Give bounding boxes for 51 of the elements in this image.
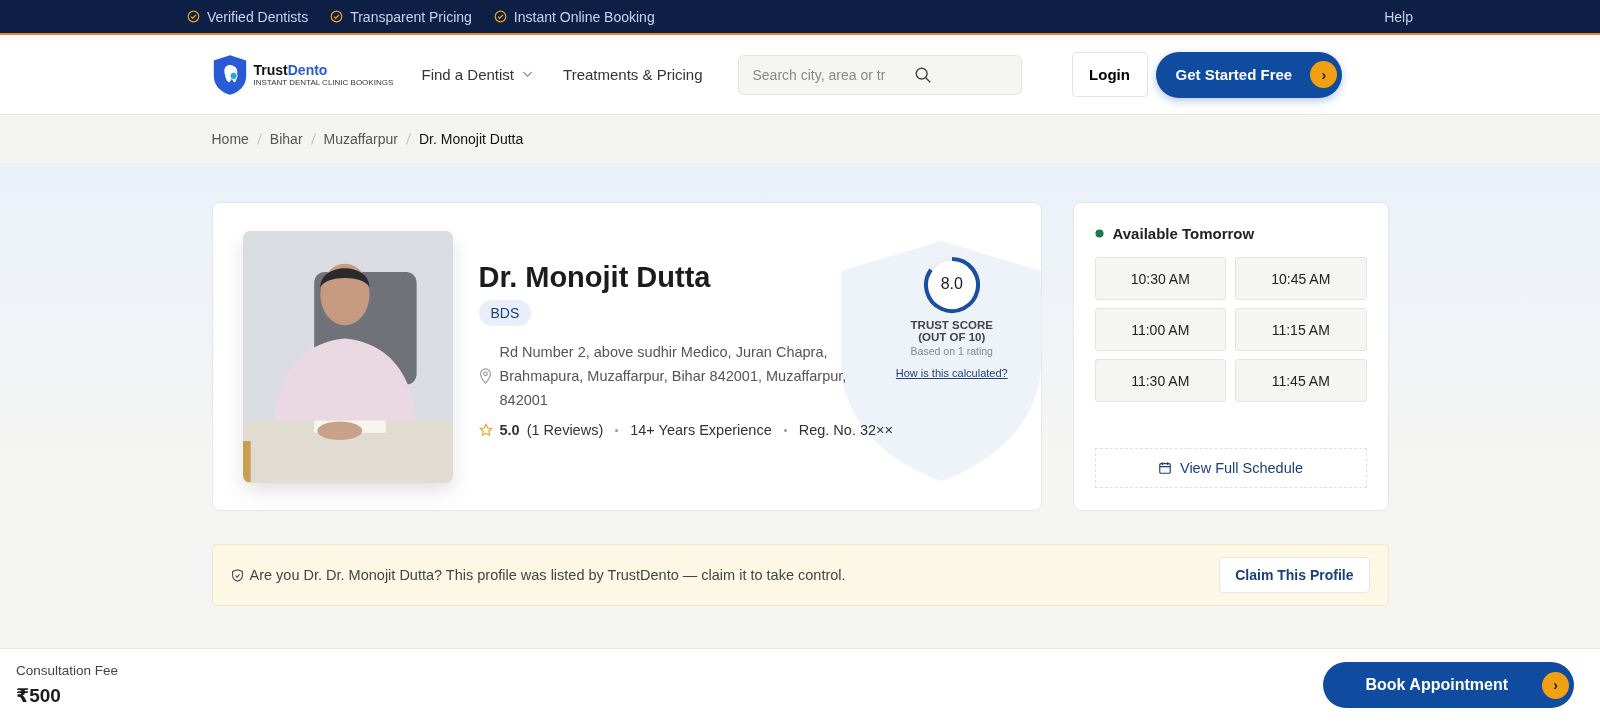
feature-label: Instant Online Booking bbox=[513, 8, 655, 25]
calculation-link[interactable]: How is this calculated? bbox=[895, 367, 1008, 379]
dentist-name: Dr. Monojit Dutta bbox=[478, 261, 711, 294]
claim-profile-button[interactable]: Claim This Profile bbox=[1219, 557, 1370, 593]
check-circle-icon bbox=[187, 10, 200, 23]
view-schedule-button[interactable]: View Full Schedule bbox=[1094, 448, 1367, 488]
shield-logo-icon bbox=[211, 53, 248, 96]
calendar-icon bbox=[1157, 461, 1172, 475]
login-button[interactable]: Login bbox=[1071, 52, 1148, 97]
nav-link[interactable]: Find a Dentist bbox=[421, 66, 534, 83]
review-count: (1 Reviews) bbox=[526, 422, 604, 438]
time-slot[interactable]: 10:45 AM bbox=[1235, 257, 1367, 300]
score-ring bbox=[921, 255, 982, 315]
fee-label: Consultation Fee bbox=[16, 663, 119, 678]
help-link[interactable]: Help bbox=[1384, 8, 1413, 25]
chevron-down-icon bbox=[522, 71, 534, 78]
breadcrumb-link[interactable]: Home bbox=[211, 131, 249, 147]
nav-link[interactable]: Treatments & Pricing bbox=[563, 66, 703, 83]
book-appointment-button[interactable]: Book Appointment › bbox=[1322, 662, 1574, 708]
feature-label: Transparent Pricing bbox=[350, 8, 472, 25]
logo-wordmark: TrustDento bbox=[253, 62, 329, 78]
logo-tagline: INSTANT DENTAL CLINIC BOOKINGS bbox=[253, 78, 394, 87]
time-slot[interactable]: 11:15 AM bbox=[1235, 308, 1367, 351]
star-icon bbox=[478, 423, 493, 437]
claim-message: Are you Dr. Dr. Monojit Dutta? This profile was listed by TrustDento — claim it to take control. bbox=[249, 567, 846, 583]
check-circle-icon bbox=[330, 10, 344, 23]
search-field[interactable]: Search city, area or tr bbox=[737, 54, 1022, 95]
rating-basis: Based on 1 rating bbox=[910, 345, 993, 357]
location-pin-icon bbox=[478, 368, 492, 384]
trust-score: 8.0 bbox=[940, 275, 963, 293]
shield-check-icon bbox=[230, 568, 244, 582]
time-slot[interactable]: 11:45 AM bbox=[1235, 359, 1367, 402]
status-dot bbox=[1094, 229, 1104, 238]
feature-label: Verified Dentists bbox=[207, 8, 309, 25]
time-slot[interactable]: 11:30 AM bbox=[1094, 359, 1226, 402]
trust-score-label: TRUST SCORE (OUT OF 10) bbox=[909, 319, 994, 343]
breadcrumb-current: Dr. Monojit Dutta bbox=[419, 131, 524, 147]
breadcrumb-link[interactable]: Muzaffarpur bbox=[323, 131, 398, 147]
fee-amount: ₹500 bbox=[16, 684, 62, 707]
time-slot[interactable]: 11:00 AM bbox=[1094, 308, 1226, 351]
degree-tag: BDS bbox=[478, 300, 532, 326]
time-slot[interactable]: 10:30 AM bbox=[1094, 257, 1226, 300]
search-icon bbox=[913, 65, 932, 84]
rating-value: 5.0 bbox=[499, 422, 520, 438]
check-circle-icon bbox=[493, 10, 507, 23]
get-started-button[interactable]: Get Started Free › bbox=[1155, 51, 1343, 98]
breadcrumb-link[interactable]: Bihar bbox=[269, 131, 303, 147]
clinic-address: Rd Number 2, above sudhir Medico, Juran Chapra, Brahmapura, Muzaffarpur, Bihar 842001, Muzaffarpur, 842001 bbox=[499, 343, 848, 410]
experience-label: 14+ Years Experience bbox=[630, 422, 772, 438]
registration-number: Reg. No. 32×× bbox=[798, 422, 894, 438]
availability-title: Available Tomorrow bbox=[1112, 225, 1255, 242]
